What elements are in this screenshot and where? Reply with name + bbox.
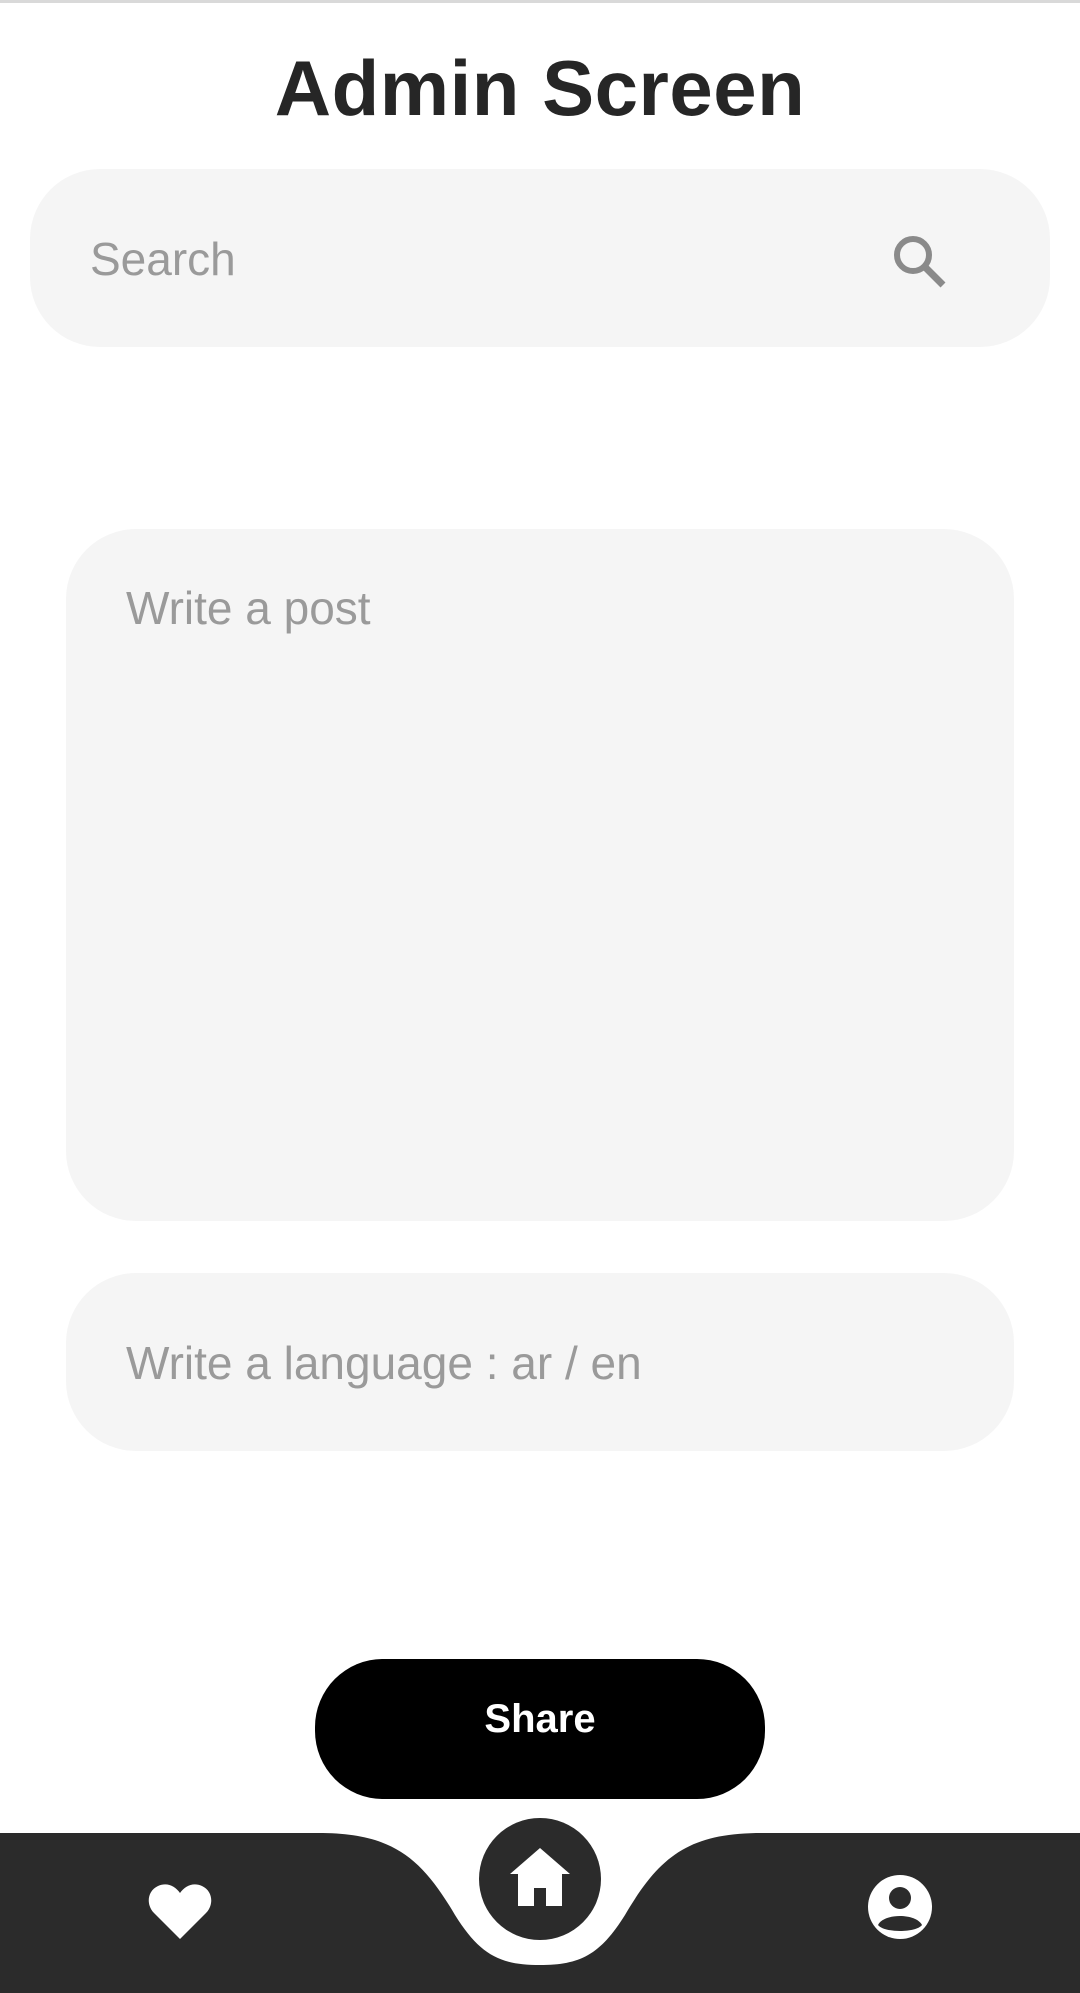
nav-favorites-button[interactable] [144,1875,216,1947]
post-textarea[interactable] [126,581,956,1161]
profile-icon [868,1875,932,1939]
share-button[interactable]: Share [315,1659,765,1799]
language-input[interactable] [126,1313,956,1413]
page-title: Admin Screen [274,44,806,132]
nav-home-button[interactable] [479,1818,601,1940]
language-field [66,1273,1014,1451]
top-divider [0,0,1080,3]
search-bar [30,169,1050,347]
heart-icon [148,1884,212,1939]
search-input[interactable] [90,209,870,309]
search-icon[interactable] [885,227,955,297]
nav-profile-button[interactable] [866,1873,934,1941]
home-icon [510,1848,570,1906]
bottom-nav-bar [0,1795,1080,1993]
post-field [66,529,1014,1221]
